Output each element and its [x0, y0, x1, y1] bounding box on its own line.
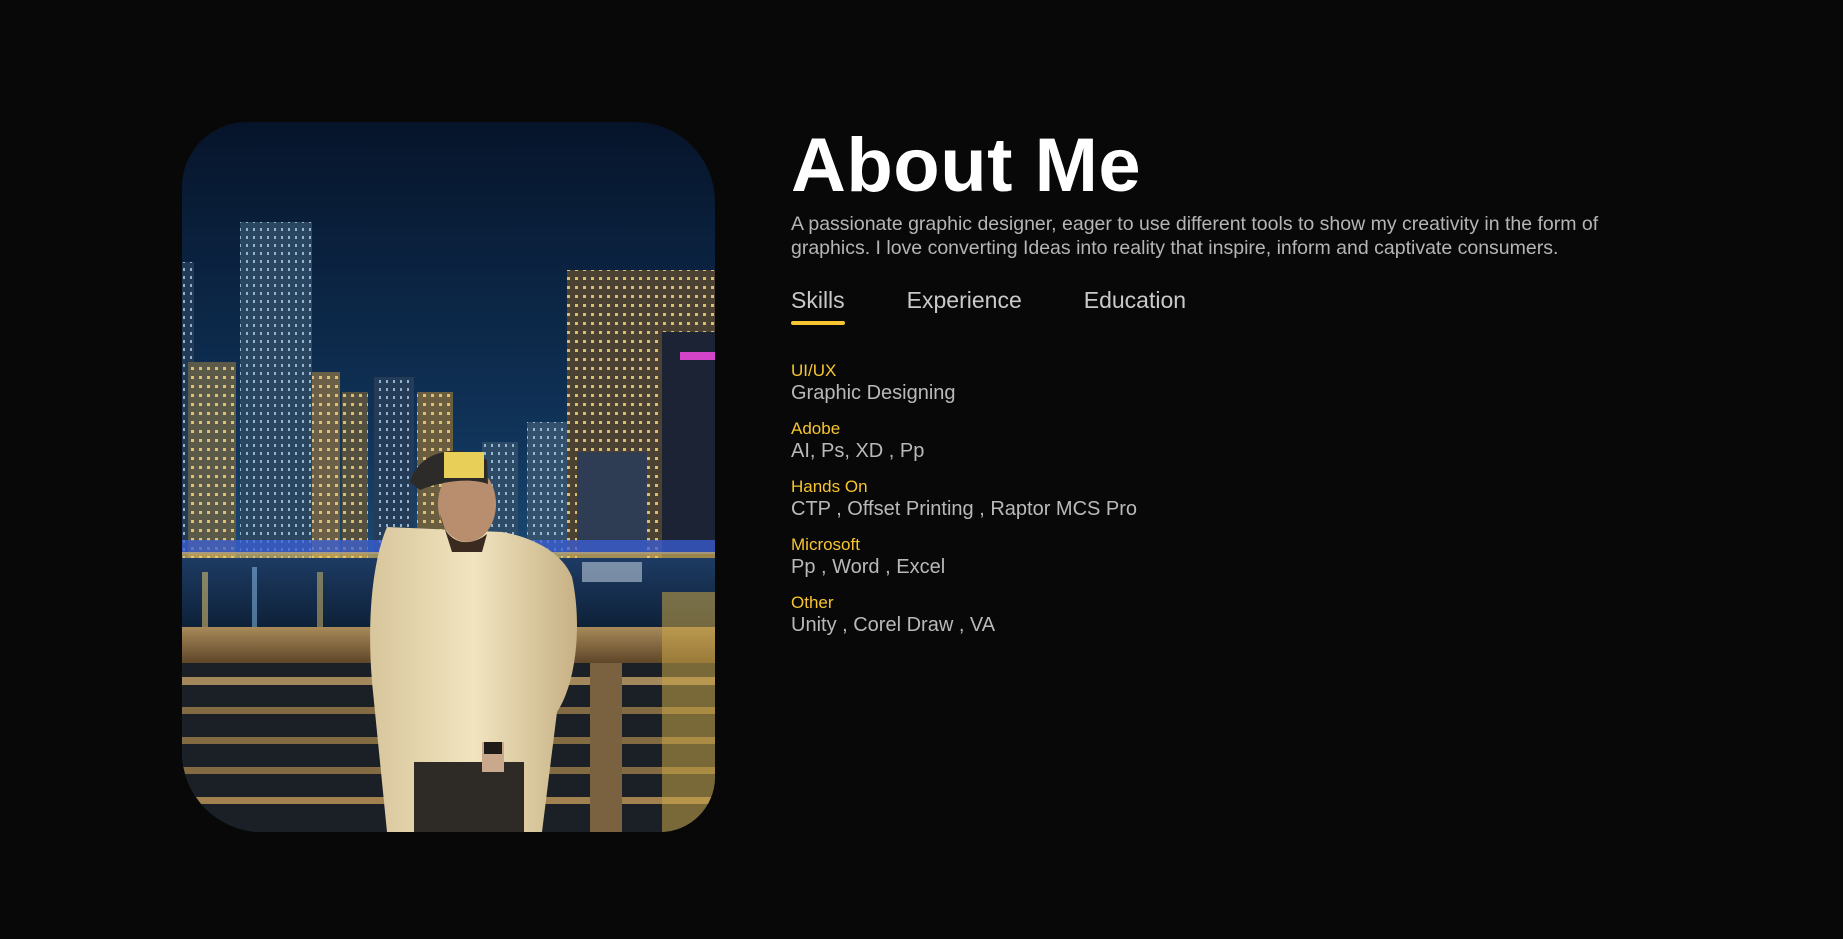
skills-list: UI/UX Graphic Designing Adobe AI, Ps, XD…: [791, 361, 1691, 638]
list-item: Microsoft Pp , Word , Excel: [791, 535, 1691, 580]
skill-category: Adobe: [791, 419, 841, 438]
list-item: Hands On CTP , Offset Printing , Raptor …: [791, 477, 1691, 522]
profile-photo: [182, 122, 715, 832]
skill-details: Pp , Word , Excel: [791, 556, 946, 578]
tab-education[interactable]: Education: [1084, 286, 1186, 322]
city-night-portrait-image: [182, 122, 715, 832]
list-item: Other Unity , Corel Draw , VA: [791, 593, 1691, 638]
page-title: About Me: [791, 123, 1142, 208]
skill-category: Hands On: [791, 477, 868, 496]
tab-experience[interactable]: Experience: [907, 286, 1022, 322]
list-item: Adobe AI, Ps, XD , Pp: [791, 419, 1691, 464]
about-content: About Me A passionate graphic designer, …: [791, 120, 1691, 651]
skill-category: Microsoft: [791, 535, 860, 554]
skill-category: UI/UX: [791, 361, 837, 380]
tab-skills[interactable]: Skills: [791, 286, 845, 325]
list-item: UI/UX Graphic Designing: [791, 361, 1691, 406]
skill-details: Unity , Corel Draw , VA: [791, 614, 996, 636]
skill-category: Other: [791, 593, 834, 612]
skill-details: CTP , Offset Printing , Raptor MCS Pro: [791, 498, 1138, 520]
skill-details: AI, Ps, XD , Pp: [791, 440, 925, 462]
about-section: About Me A passionate graphic designer, …: [0, 0, 1843, 939]
tab-bar: Skills Experience Education: [791, 286, 1691, 332]
skill-details: Graphic Designing: [791, 382, 956, 404]
intro-text: A passionate graphic designer, eager to …: [791, 213, 1599, 259]
